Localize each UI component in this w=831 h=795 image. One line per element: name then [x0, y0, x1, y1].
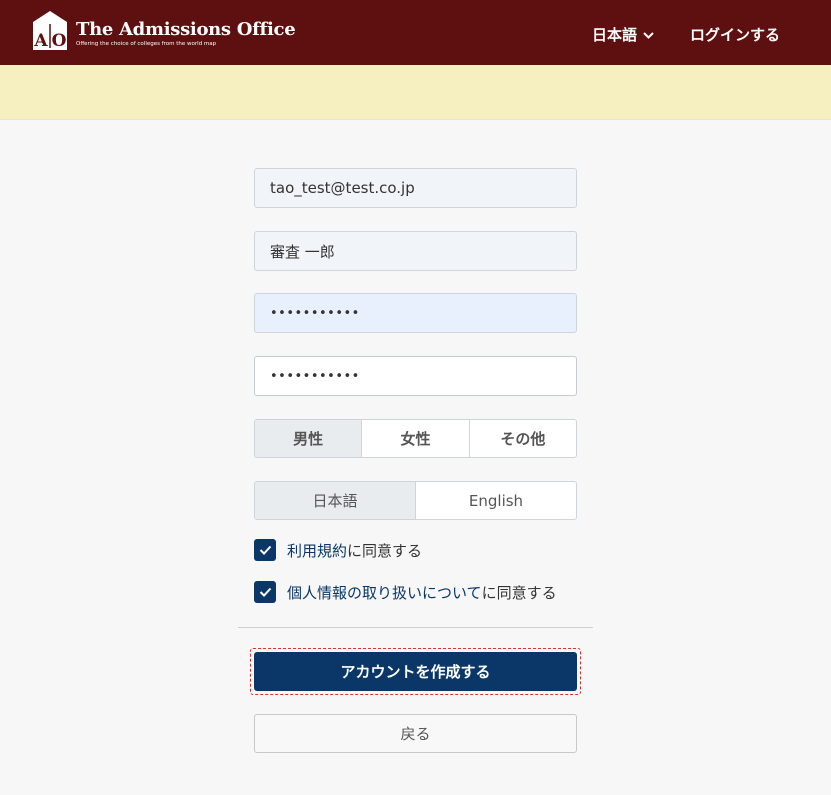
email-field[interactable]: tao_test@test.co.jp: [254, 168, 577, 208]
admissions-office-logo-icon[interactable]: A O: [32, 10, 68, 51]
login-link[interactable]: ログインする: [690, 24, 780, 45]
language-dropdown-label: 日本語: [592, 26, 638, 44]
checkmark-icon: [259, 545, 271, 555]
site-header: A O The Admissions Office Offering the c…: [0, 0, 831, 65]
language-option-japanese[interactable]: 日本語: [255, 482, 415, 519]
terms-link[interactable]: 利用規約: [287, 540, 347, 561]
terms-agree-text: に同意する: [347, 541, 423, 560]
back-button[interactable]: 戻る: [254, 714, 577, 753]
gender-selector: 男性 女性 その他: [254, 419, 577, 458]
privacy-policy-link[interactable]: 個人情報の取り扱いについて: [287, 582, 482, 603]
privacy-agreement-row: 個人情報の取り扱いについて に同意する: [254, 581, 557, 603]
privacy-checkbox[interactable]: [254, 581, 276, 603]
privacy-agree-text: に同意する: [481, 583, 557, 602]
gender-option-other[interactable]: その他: [468, 420, 576, 457]
gender-option-male[interactable]: 男性: [255, 420, 362, 457]
language-selector: 日本語 English: [254, 481, 577, 520]
form-divider: [238, 627, 593, 628]
password-field[interactable]: •••••••••••: [254, 293, 577, 333]
name-field[interactable]: 審査 一郎: [254, 231, 577, 271]
terms-checkbox[interactable]: [254, 539, 276, 561]
brand-title[interactable]: The Admissions Office: [76, 19, 296, 40]
gender-option-female[interactable]: 女性: [361, 420, 468, 457]
chevron-down-icon: [643, 32, 654, 39]
create-account-button[interactable]: アカウントを作成する: [254, 652, 577, 691]
svg-text:A: A: [33, 31, 48, 51]
svg-text:O: O: [52, 31, 67, 51]
checkmark-icon: [259, 587, 271, 597]
language-option-english[interactable]: English: [415, 482, 576, 519]
brand-tagline: Offering the choice of colleges from the…: [76, 41, 217, 47]
language-dropdown[interactable]: 日本語: [592, 24, 654, 45]
password-confirm-field[interactable]: •••••••••••: [254, 356, 577, 396]
terms-agreement-row: 利用規約 に同意する: [254, 539, 422, 561]
notice-banner: [0, 65, 831, 120]
